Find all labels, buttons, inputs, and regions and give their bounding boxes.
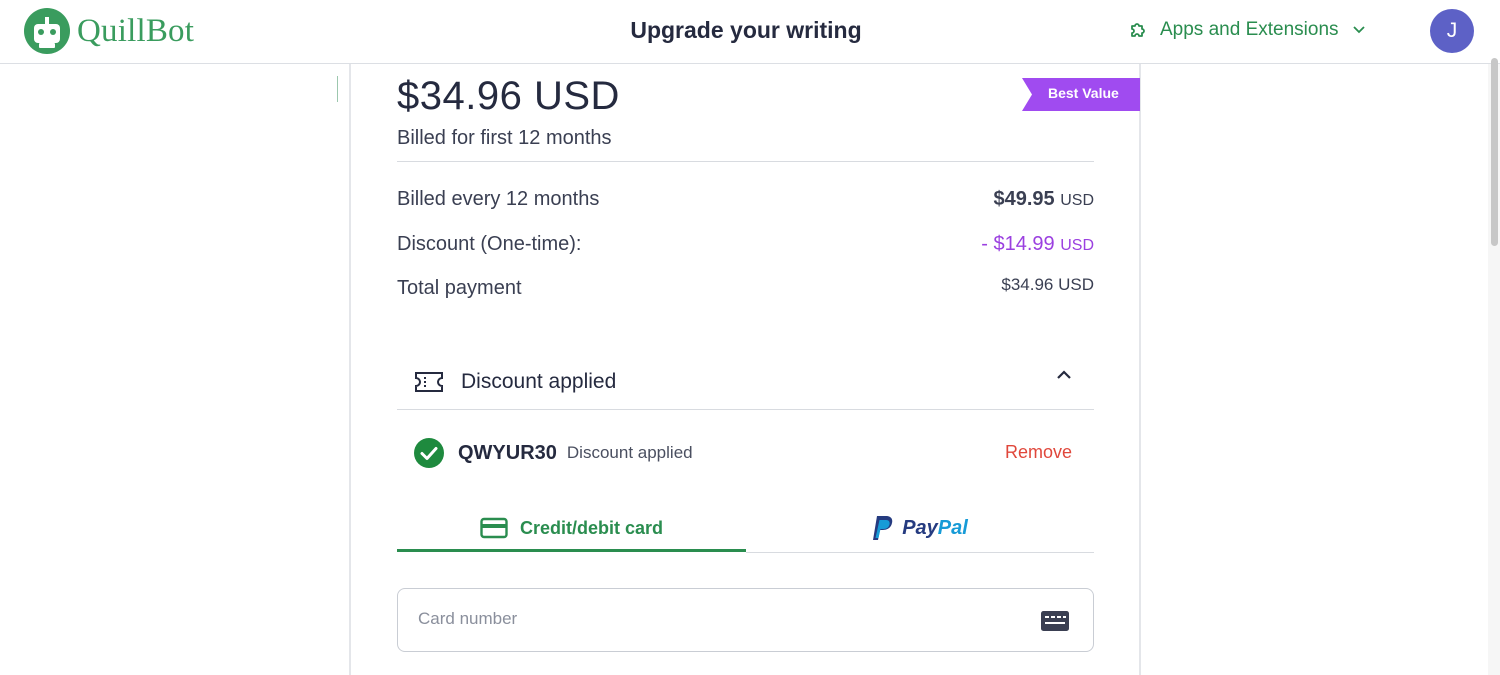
card-number-input[interactable] xyxy=(418,609,1018,629)
selected-tab-indicator xyxy=(397,549,746,552)
discount-status: Discount applied xyxy=(566,443,693,462)
badge-label: Best Value xyxy=(1048,85,1119,101)
plan-price: $34.96 USD xyxy=(397,74,620,118)
paypal-icon xyxy=(873,516,893,540)
avatar[interactable]: J xyxy=(1430,9,1474,53)
card-number-icon xyxy=(1041,611,1069,631)
tab-credit-card-label: Credit/debit card xyxy=(519,517,664,538)
puzzle-icon xyxy=(1131,23,1145,37)
discount-value: - $14.99 USD xyxy=(981,233,1094,255)
scrollbar-thumb[interactable] xyxy=(1491,58,1498,246)
left-column-edge xyxy=(337,76,338,102)
discount-label: Discount (One-time): xyxy=(397,233,582,255)
best-value-badge: Best Value xyxy=(1022,78,1140,111)
discount-section-title: Discount applied xyxy=(461,370,617,393)
chevron-up-icon xyxy=(1057,370,1071,379)
divider xyxy=(397,409,1094,410)
tab-divider xyxy=(746,552,1094,553)
chevron-down-icon xyxy=(1352,26,1365,34)
paypal-wordmark: PayPal xyxy=(902,516,968,539)
top-header: QuillBot Upgrade your writing Apps and E… xyxy=(0,0,1500,64)
total-payment-label: Total payment xyxy=(397,277,522,299)
credit-card-icon xyxy=(480,517,508,539)
billing-period-note: Billed for first 12 months xyxy=(397,127,612,149)
discount-section-toggle[interactable]: Discount applied xyxy=(397,354,1094,410)
tab-paypal[interactable]: PayPal xyxy=(746,504,1094,552)
discount-code: QWYUR30 xyxy=(458,441,557,464)
tab-credit-card[interactable]: Credit/debit card xyxy=(397,504,746,552)
ticket-icon xyxy=(415,372,443,392)
apps-label: Apps and Extensions xyxy=(1160,19,1339,40)
billed-every-label: Billed every 12 months xyxy=(397,188,600,210)
apps-and-extensions-menu[interactable]: Apps and Extensions xyxy=(1128,19,1377,41)
billed-every-value: $49.95 USD xyxy=(993,188,1094,210)
divider xyxy=(397,161,1094,162)
card-number-field[interactable] xyxy=(397,588,1094,652)
check-circle-icon xyxy=(414,438,444,468)
total-payment-value: $34.96 USD xyxy=(1001,275,1094,294)
applied-discount-row: QWYUR30 Discount applied xyxy=(414,438,693,468)
remove-discount-button[interactable]: Remove xyxy=(1005,442,1072,463)
